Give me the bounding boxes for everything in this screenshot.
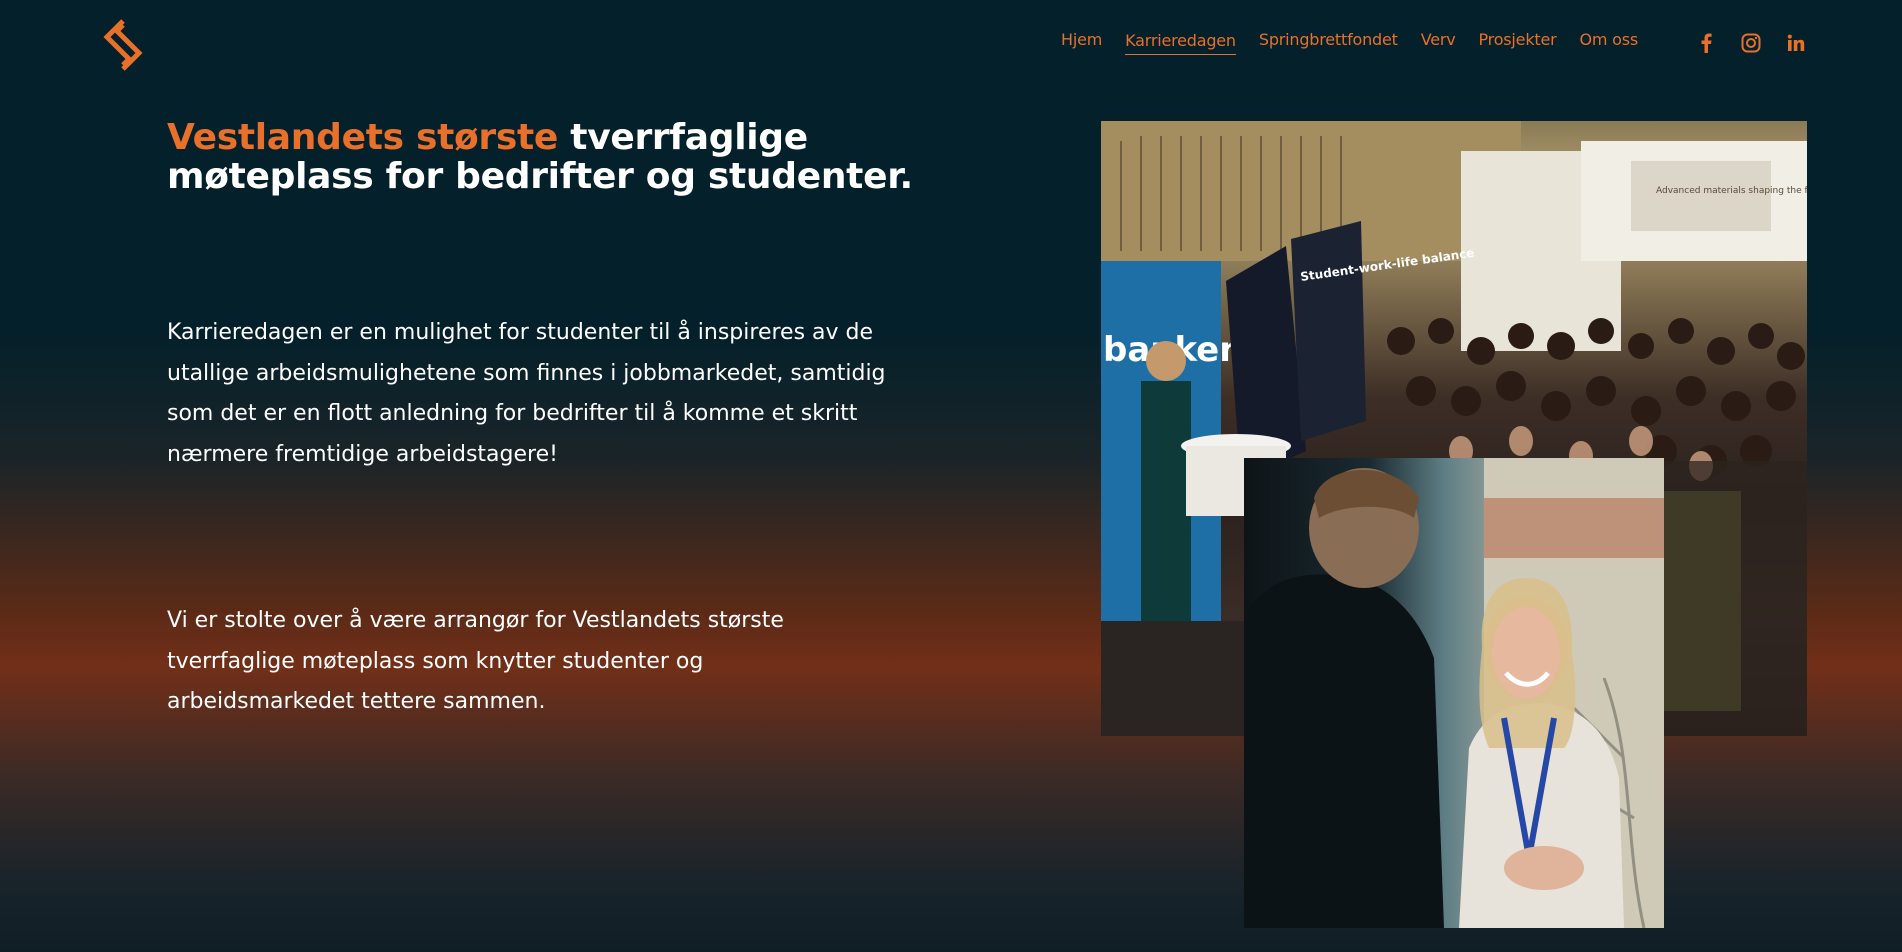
nav-item-hjem[interactable]: Hjem bbox=[1061, 30, 1102, 55]
headline-accent: Vestlandets største bbox=[167, 117, 559, 158]
nav-item-verv[interactable]: Verv bbox=[1421, 30, 1456, 55]
nav-item-prosjekter[interactable]: Prosjekter bbox=[1479, 30, 1557, 55]
main-nav: Hjem Karrieredagen Springbrettfondet Ver… bbox=[1061, 30, 1661, 55]
page-title: Vestlandets største tverrfaglige møtepla… bbox=[167, 118, 927, 196]
site-logo[interactable] bbox=[101, 18, 145, 72]
nav-item-karrieredagen[interactable]: Karrieredagen bbox=[1125, 31, 1236, 55]
intro-paragraph: Karrieredagen er en mulighet for student… bbox=[167, 320, 886, 467]
instagram-icon[interactable] bbox=[1740, 32, 1762, 54]
conversation-photo-illustration bbox=[1244, 458, 1664, 928]
nav-item-springbrettfondet[interactable]: Springbrettfondet bbox=[1259, 30, 1398, 55]
crowd-sign-materials: Advanced materials shaping the future bbox=[1656, 186, 1807, 196]
conversation-photo bbox=[1244, 458, 1664, 928]
organizer-paragraph: Vi er stolte over å være arrangør for Ve… bbox=[167, 608, 784, 714]
linkedin-icon[interactable] bbox=[1785, 32, 1807, 54]
social-links bbox=[1695, 32, 1830, 54]
facebook-icon[interactable] bbox=[1695, 32, 1717, 54]
nav-item-om-oss[interactable]: Om oss bbox=[1580, 30, 1639, 55]
